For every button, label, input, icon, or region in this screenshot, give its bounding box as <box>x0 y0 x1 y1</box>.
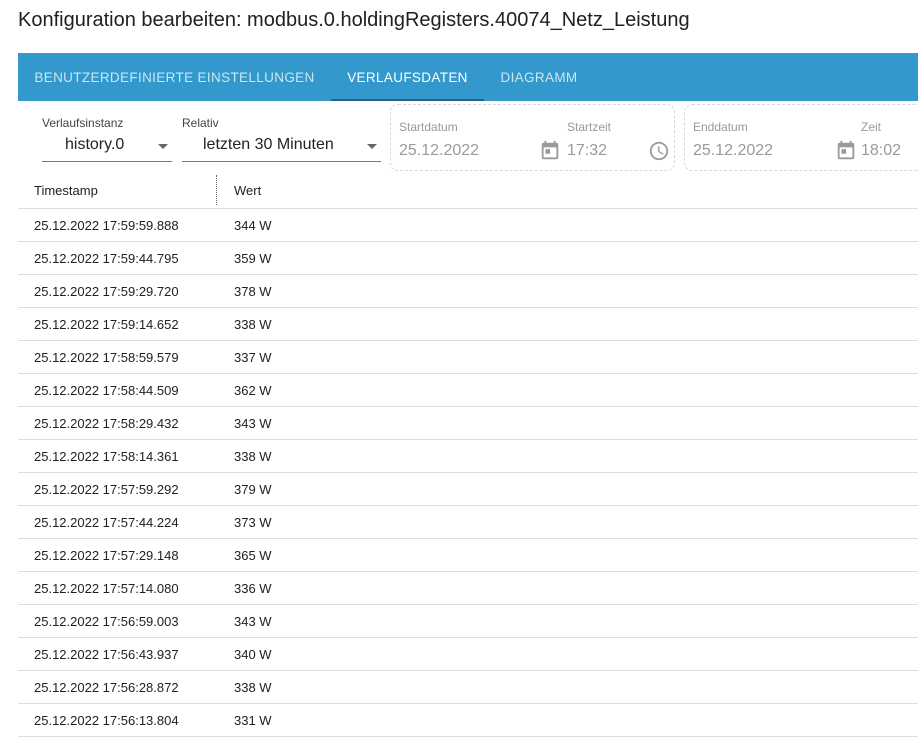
table-row[interactable]: 25.12.2022 17:56:28.872 338 W <box>18 671 918 704</box>
table-row[interactable]: 25.12.2022 17:57:44.224 373 W <box>18 506 918 539</box>
tab-custom-settings[interactable]: BENUTZERDEFINIERTE EINSTELLUNGEN <box>18 53 331 101</box>
value-cell: 343 W <box>234 614 272 629</box>
table-row[interactable]: 25.12.2022 17:57:59.292 379 W <box>18 473 918 506</box>
timestamp-cell: 25.12.2022 17:57:44.224 <box>34 515 179 530</box>
value-cell: 331 W <box>234 713 272 728</box>
timestamp-cell: 25.12.2022 17:59:29.720 <box>34 284 179 299</box>
start-datetime-group: Startdatum 25.12.2022 Startzeit 17:32 <box>390 104 675 171</box>
instance-label: Verlaufsinstanz <box>42 116 124 130</box>
table-row[interactable]: 25.12.2022 17:58:14.361 338 W <box>18 440 918 473</box>
table-row[interactable]: 25.12.2022 17:56:59.003 343 W <box>18 605 918 638</box>
tab-history-data[interactable]: VERLAUFSDATEN <box>331 53 484 101</box>
timestamp-cell: 25.12.2022 17:58:29.432 <box>34 416 179 431</box>
value-cell: 359 W <box>234 251 272 266</box>
timestamp-cell: 25.12.2022 17:57:59.292 <box>34 482 179 497</box>
value-cell: 336 W <box>234 581 272 596</box>
calendar-icon[interactable] <box>539 140 561 162</box>
value-cell: 344 W <box>234 218 272 233</box>
value-cell: 338 W <box>234 317 272 332</box>
value-cell: 379 W <box>234 482 272 497</box>
tab-label: BENUTZERDEFINIERTE EINSTELLUNGEN <box>34 69 315 85</box>
value-cell: 362 W <box>234 383 272 398</box>
start-time-label: Startzeit <box>567 120 612 134</box>
timestamp-cell: 25.12.2022 17:57:29.148 <box>34 548 179 563</box>
start-date-label: Startdatum <box>399 120 458 134</box>
timestamp-cell: 25.12.2022 17:59:59.888 <box>34 218 179 233</box>
timestamp-cell: 25.12.2022 17:56:43.937 <box>34 647 179 662</box>
relative-select[interactable]: letzten 30 Minuten <box>182 132 381 162</box>
relative-label: Relativ <box>182 116 219 130</box>
table-row[interactable]: 25.12.2022 17:56:43.937 340 W <box>18 638 918 671</box>
start-time-field[interactable]: 17:32 <box>567 142 607 160</box>
table-row[interactable]: 25.12.2022 17:58:59.579 337 W <box>18 341 918 374</box>
calendar-icon[interactable] <box>835 140 857 162</box>
instance-value: history.0 <box>65 136 125 153</box>
end-time-field[interactable]: 18:02 <box>861 142 901 160</box>
value-cell: 338 W <box>234 680 272 695</box>
timestamp-cell: 25.12.2022 17:56:59.003 <box>34 614 179 629</box>
table-row[interactable]: 25.12.2022 17:59:44.795 359 W <box>18 242 918 275</box>
value-cell: 340 W <box>234 647 272 662</box>
history-config-dialog: Konfiguration bearbeiten: modbus.0.holdi… <box>0 0 918 753</box>
clock-icon[interactable] <box>648 140 670 162</box>
column-resize-handle[interactable] <box>216 175 217 205</box>
end-date-label: Enddatum <box>693 120 748 134</box>
timestamp-cell: 25.12.2022 17:57:14.080 <box>34 581 179 596</box>
end-date-field[interactable]: 25.12.2022 <box>693 142 773 160</box>
end-time-label: Zeit <box>861 120 882 134</box>
value-cell: 343 W <box>234 416 272 431</box>
table-row[interactable]: 25.12.2022 17:58:44.509 362 W <box>18 374 918 407</box>
tab-bar: BENUTZERDEFINIERTE EINSTELLUNGEN VERLAUF… <box>18 53 918 101</box>
timestamp-cell: 25.12.2022 17:56:13.804 <box>34 713 179 728</box>
table-row[interactable]: 25.12.2022 17:59:59.888 344 W <box>18 209 918 242</box>
active-tab-indicator <box>331 99 484 101</box>
tab-chart[interactable]: DIAGRAMM <box>484 53 594 101</box>
chevron-down-icon <box>158 144 168 149</box>
table-body: 25.12.2022 17:59:59.888 344 W 25.12.2022 1… <box>18 209 918 737</box>
tab-label: VERLAUFSDATEN <box>347 69 468 85</box>
timestamp-cell: 25.12.2022 17:58:59.579 <box>34 350 179 365</box>
timestamp-cell: 25.12.2022 17:58:14.361 <box>34 449 179 464</box>
column-header-value[interactable]: Wert <box>234 183 261 198</box>
value-cell: 338 W <box>234 449 272 464</box>
dialog-title: Konfiguration bearbeiten: modbus.0.holdi… <box>18 9 690 31</box>
relative-value: letzten 30 Minuten <box>203 136 334 153</box>
table-row[interactable]: 25.12.2022 17:57:29.148 365 W <box>18 539 918 572</box>
end-datetime-group: Enddatum 25.12.2022 Zeit 18:02 <box>684 104 918 171</box>
table-header: Timestamp Wert <box>18 173 918 209</box>
value-cell: 378 W <box>234 284 272 299</box>
value-cell: 373 W <box>234 515 272 530</box>
instance-select[interactable]: history.0 <box>42 132 172 162</box>
table-row[interactable]: 25.12.2022 17:57:14.080 336 W <box>18 572 918 605</box>
chevron-down-icon <box>367 144 377 149</box>
timestamp-cell: 25.12.2022 17:59:44.795 <box>34 251 179 266</box>
timestamp-cell: 25.12.2022 17:56:28.872 <box>34 680 179 695</box>
start-date-field[interactable]: 25.12.2022 <box>399 142 479 160</box>
tab-label: DIAGRAMM <box>500 69 578 85</box>
value-cell: 365 W <box>234 548 272 563</box>
table-row[interactable]: 25.12.2022 17:58:29.432 343 W <box>18 407 918 440</box>
timestamp-cell: 25.12.2022 17:58:44.509 <box>34 383 179 398</box>
table-row[interactable]: 25.12.2022 17:56:13.804 331 W <box>18 704 918 737</box>
table-row[interactable]: 25.12.2022 17:59:29.720 378 W <box>18 275 918 308</box>
column-header-timestamp[interactable]: Timestamp <box>34 183 98 198</box>
timestamp-cell: 25.12.2022 17:59:14.652 <box>34 317 179 332</box>
table-row[interactable]: 25.12.2022 17:59:14.652 338 W <box>18 308 918 341</box>
value-cell: 337 W <box>234 350 272 365</box>
